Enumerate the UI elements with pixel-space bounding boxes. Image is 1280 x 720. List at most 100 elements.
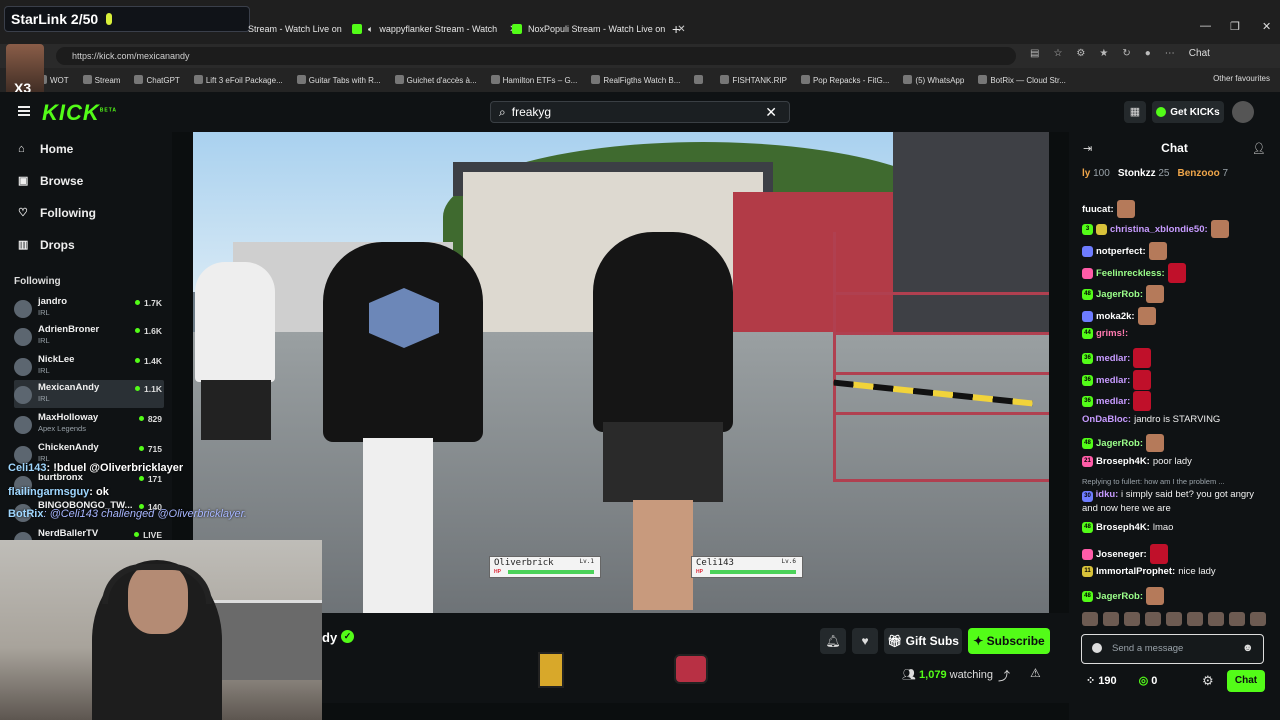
new-tab-button[interactable]: + xyxy=(672,18,680,40)
tab-label: NoxPopuli Stream - Watch Live on xyxy=(528,24,666,34)
chat-message: Joseneger: xyxy=(1082,544,1272,564)
address-bar[interactable]: https://kick.com/mexicanandy xyxy=(56,47,1016,65)
following-item[interactable]: jandro IRL 1.7K xyxy=(14,294,164,322)
chat-reply-preview[interactable]: Replying to fullert: how am I the proble… xyxy=(1082,477,1272,486)
chat-settings-icon[interactable]: ⚙ xyxy=(1202,673,1214,689)
report-icon[interactable]: ⚠ xyxy=(1030,666,1041,680)
video-scaffold xyxy=(833,232,1049,482)
user-avatar[interactable] xyxy=(1232,101,1254,123)
kick-favicon-icon xyxy=(512,24,522,34)
starlink-progress xyxy=(106,13,113,25)
url-text: https://kick.com/mexicanandy xyxy=(72,51,190,61)
chat-input[interactable]: Send a message xyxy=(1081,634,1264,664)
search-input[interactable]: ⌕ freakyg ✕ xyxy=(490,101,790,123)
clear-search-icon[interactable]: ✕ xyxy=(765,104,777,121)
tab-label: wappyflanker Stream - Watch xyxy=(379,24,498,34)
favorites-icon[interactable]: ★ xyxy=(1099,48,1108,59)
nav-browse[interactable]: ▣ Browse xyxy=(18,174,83,188)
viewer-count: 👥︎ 1,079 watching xyxy=(902,669,994,681)
profile-icon[interactable]: ● xyxy=(1145,48,1151,59)
browser-tab-3[interactable]: NoxPopuli Stream - Watch Live on ✕ xyxy=(512,18,686,40)
close-window-icon[interactable]: ✕ xyxy=(1262,20,1271,33)
notification-bell-button[interactable]: 🔔︎ xyxy=(820,628,846,654)
other-favourites[interactable]: Other favourites xyxy=(1213,74,1270,83)
chat-title: Chat xyxy=(1161,141,1188,155)
bookmark-item[interactable]: RealFigths Watch B... xyxy=(591,75,680,85)
bookmark-item[interactable]: Pop Repacks - FitG... xyxy=(800,75,889,85)
chat-message: OnDaBloc: jandro is STARVING xyxy=(1082,414,1221,425)
speaker-icon[interactable]: 🔈︎ xyxy=(368,24,373,35)
chat-message: notperfect: xyxy=(1082,242,1272,260)
overlay-chat-line: BotRix: @Celi143 challenged @Oliverbrick… xyxy=(8,508,247,520)
tab-label: Stream - Watch Live on xyxy=(248,24,342,34)
bookmark-item[interactable]: (5) WhatsApp xyxy=(903,75,964,85)
following-item[interactable]: AdrienBroner IRL 1.6K xyxy=(14,322,164,350)
bookmark-item[interactable]: Hamilton ETFs – G... xyxy=(490,75,577,85)
bookmark-item[interactable]: Stream xyxy=(82,75,120,85)
emote-icon[interactable] xyxy=(1208,612,1224,626)
browse-icon: ▣ xyxy=(18,175,29,187)
nav-following[interactable]: ♡ Following xyxy=(18,206,96,220)
reader-icon[interactable]: ▤ xyxy=(1030,48,1039,59)
emote-icon[interactable] xyxy=(1187,612,1203,626)
bookmark-item[interactable]: Guitar Tabs with R... xyxy=(296,75,381,85)
extension-icon[interactable]: ⚙ xyxy=(1076,48,1085,59)
pixel-sprite-icon xyxy=(538,652,564,688)
nav-drops[interactable]: ▥ Drops xyxy=(18,238,75,252)
nav-home[interactable]: ⌂ Home xyxy=(18,142,73,156)
emote-icon xyxy=(1145,587,1164,605)
browser-tab-2[interactable]: 🔈︎ wappyflanker Stream - Watch✕ xyxy=(352,18,518,40)
emoji-icon[interactable]: ☻ xyxy=(1242,642,1254,654)
video-person xyxy=(323,242,483,613)
verified-icon: ✓ xyxy=(341,630,354,643)
avatar xyxy=(14,328,32,346)
emote-icon xyxy=(1116,200,1135,218)
new-tab-icon: + xyxy=(672,21,681,37)
menu-icon[interactable] xyxy=(18,106,30,116)
search-icon: ⌕ xyxy=(499,104,506,119)
more-icon[interactable]: ⋯ xyxy=(1165,48,1175,59)
star-icon: ✦ xyxy=(973,634,987,648)
bookmark-item[interactable]: Guichet d'accès à... xyxy=(394,75,477,85)
star-icon[interactable]: ☆ xyxy=(1053,48,1062,59)
emote-icon[interactable] xyxy=(1082,612,1098,626)
bookmark-item[interactable]: BotRix — Cloud Str... xyxy=(978,75,1066,85)
emote-bar xyxy=(1082,612,1272,628)
emote-icon[interactable] xyxy=(1229,612,1245,626)
following-item[interactable]: MaxHolloway Apex Legends 829 xyxy=(14,410,164,438)
share-icon[interactable]: ⤴ xyxy=(998,667,1010,684)
emote-icon[interactable] xyxy=(1124,612,1140,626)
chat-message: 36 medlar: xyxy=(1082,370,1272,390)
chat-message: 48 JagerRob: xyxy=(1082,285,1272,303)
browse-layout-icon[interactable]: ▦ xyxy=(1124,101,1146,123)
bookmark-item[interactable]: Lift 3 eFoil Package... xyxy=(193,75,283,85)
heart-icon: ♡ xyxy=(18,207,28,219)
subscribe-button[interactable]: ✦ Subscribe xyxy=(968,628,1050,654)
kick-logo[interactable]: KICKBETA xyxy=(42,100,117,126)
emote-icon[interactable] xyxy=(1166,612,1182,626)
other-favourites-label: Other favourites xyxy=(1213,74,1270,83)
follow-heart-button[interactable]: ♥ xyxy=(852,628,878,654)
emote-icon[interactable] xyxy=(1250,612,1266,626)
get-kicks-button[interactable]: Get KICKs xyxy=(1152,101,1224,123)
emote-icon[interactable] xyxy=(1103,612,1119,626)
chat-users-icon[interactable]: 👤︎ xyxy=(1252,142,1266,155)
leaderboard-item: ly 100 xyxy=(1082,168,1110,179)
browser-tab-1[interactable]: Stream - Watch Live on✕ xyxy=(248,18,362,40)
channel-name[interactable]: dy xyxy=(322,630,337,645)
gift-subs-button[interactable]: 🎁︎ Gift Subs xyxy=(884,628,962,654)
following-item[interactable]: NickLee IRL 1.4K xyxy=(14,352,164,380)
chat-send-button[interactable]: Chat xyxy=(1227,670,1265,692)
bookmark-item[interactable]: ChatGPT xyxy=(134,75,180,85)
emote-icon[interactable] xyxy=(1145,612,1161,626)
maximize-icon[interactable]: ❐ xyxy=(1230,20,1240,33)
bookmark-item[interactable] xyxy=(694,75,706,85)
bookmark-item[interactable]: FISHTANK.RIP xyxy=(720,75,787,85)
copilot-label[interactable]: Chat xyxy=(1189,48,1210,59)
gift-icon: 🎁︎ xyxy=(887,634,906,648)
address-actions: ▤ ☆ ⚙ ★ ↻ ● ⋯ Chat xyxy=(1030,48,1210,59)
following-item-selected[interactable]: MexicanAndy IRL 1.1K xyxy=(14,380,164,408)
emote-icon xyxy=(1210,220,1229,238)
minimize-icon[interactable]: — xyxy=(1200,20,1211,32)
history-icon[interactable]: ↻ xyxy=(1122,48,1130,59)
